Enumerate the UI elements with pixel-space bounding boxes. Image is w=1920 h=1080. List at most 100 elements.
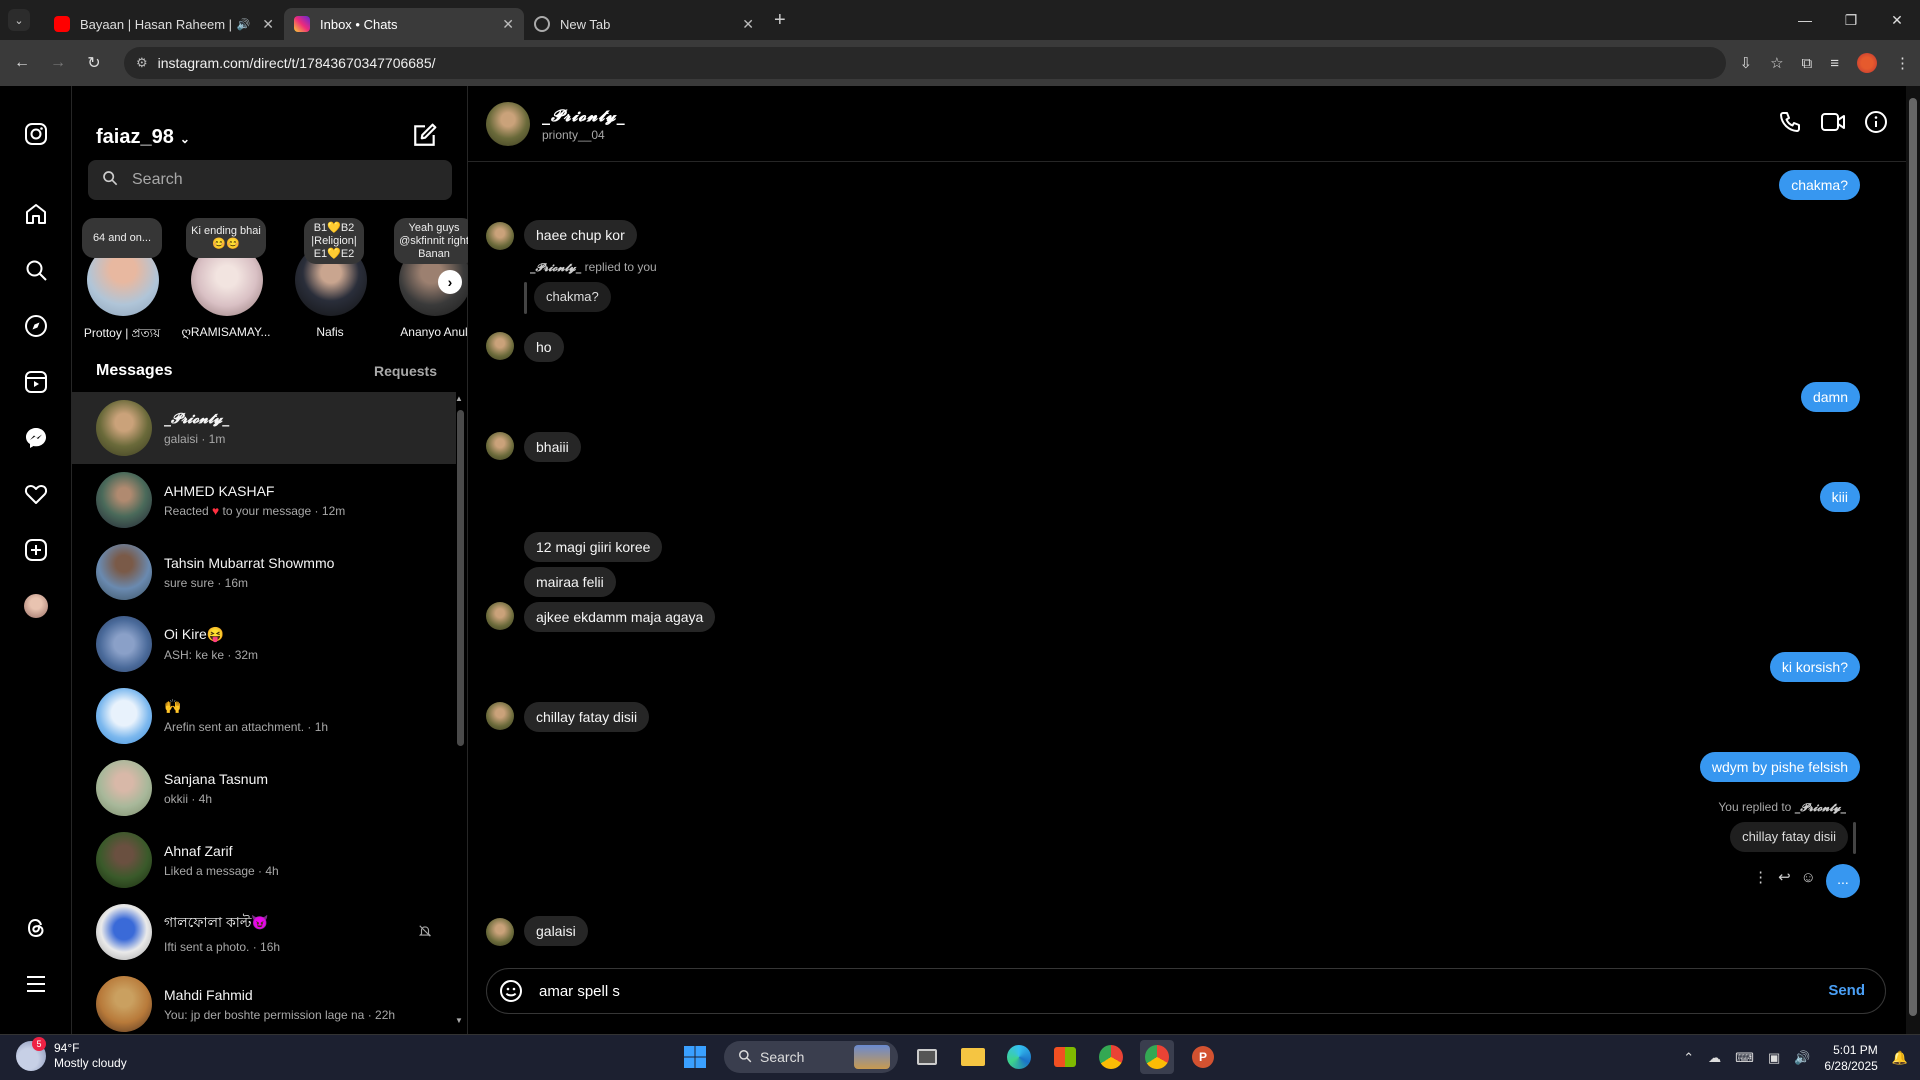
notifications-heart-icon[interactable] [22, 480, 50, 508]
install-app-icon[interactable]: ⇩ [1739, 54, 1752, 72]
phone-call-icon[interactable] [1778, 110, 1802, 139]
edge-icon[interactable] [1002, 1040, 1036, 1074]
taskbar-search[interactable]: Search [724, 1041, 898, 1073]
message-outgoing[interactable]: damn [1800, 382, 1860, 412]
message-incoming[interactable]: bhaiii [524, 432, 581, 462]
message-incoming[interactable]: galaisi [524, 916, 588, 946]
threads-icon[interactable] [22, 914, 50, 942]
media-icon[interactable]: ≡ [1830, 55, 1839, 72]
notification-bell-icon[interactable]: 🔔 [1892, 1050, 1908, 1066]
clock[interactable]: 5:01 PM 6/28/2025 [1824, 1042, 1877, 1074]
file-explorer-icon[interactable] [956, 1040, 990, 1074]
message-incoming[interactable]: ajkee ekdamm maja agaya [524, 602, 716, 632]
new-tab-button[interactable]: + [774, 9, 786, 32]
tab-new[interactable]: New Tab ✕ [524, 8, 764, 40]
tab-youtube[interactable]: Bayaan | Hasan Raheem | R 🔊 ✕ [44, 8, 284, 40]
send-button[interactable]: Send [1828, 982, 1865, 999]
create-icon[interactable] [22, 536, 50, 564]
weather-widget[interactable]: 5 94°F Mostly cloudy [16, 1037, 127, 1071]
messenger-icon[interactable] [22, 424, 50, 452]
scroll-down-icon[interactable]: ▼ [455, 1016, 463, 1025]
close-tab-icon[interactable]: ✕ [502, 16, 514, 33]
conversation-list-scrollbar[interactable]: ▲ ▼ [455, 392, 465, 1028]
instagram-logo-icon[interactable] [22, 120, 50, 148]
show-hidden-icons-chevron-icon[interactable]: ⌃ [1683, 1050, 1694, 1066]
message-outgoing[interactable]: ki korsish? [1769, 652, 1860, 682]
url-text: instagram.com/direct/t/17843670347706685… [157, 55, 436, 71]
close-window-icon[interactable]: ✕ [1874, 0, 1920, 40]
message-incoming[interactable]: ho [524, 332, 564, 362]
close-tab-icon[interactable]: ✕ [742, 16, 754, 33]
conversation-item[interactable]: Sanjana Tasnum okkii · 4h [72, 752, 456, 824]
video-call-icon[interactable] [1820, 110, 1846, 139]
conversation-item[interactable]: Tahsin Mubarrat Showmmo sure sure · 16m [72, 536, 456, 608]
more-menu-icon[interactable] [22, 970, 50, 998]
conversation-item[interactable]: Oi Kire😝 ASH: ke ke · 32m [72, 608, 456, 680]
profile-avatar[interactable] [22, 592, 50, 620]
site-info-icon[interactable]: ⚙ [136, 55, 148, 71]
requests-link[interactable]: Requests [374, 363, 437, 379]
address-bar[interactable]: ⚙ instagram.com/direct/t/178436703477066… [124, 47, 1726, 79]
tab-instagram[interactable]: Inbox • Chats ✕ [284, 8, 524, 40]
message-incoming[interactable]: mairaa felii [524, 567, 616, 597]
speaker-icon[interactable]: 🔊 [237, 18, 251, 31]
microsoft-store-icon[interactable] [1048, 1040, 1082, 1074]
volume-icon[interactable]: 🔊 [1794, 1050, 1810, 1066]
reload-icon[interactable]: ↻ [80, 49, 108, 77]
message-incoming[interactable]: chillay fatay disii [524, 702, 650, 732]
chrome-active-icon[interactable] [1140, 1040, 1174, 1074]
conversation-item[interactable]: _𝓟𝓻𝓲𝓸𝓷𝓽𝔂_ galaisi · 1m [72, 392, 456, 464]
home-icon[interactable] [22, 200, 50, 228]
message-outgoing[interactable]: chakma? [1779, 170, 1860, 200]
react-emoji-icon[interactable]: ☺ [1801, 869, 1816, 886]
network-icon[interactable]: ▣ [1768, 1050, 1780, 1066]
message-incoming[interactable]: haee chup kor [524, 220, 637, 250]
message-outgoing[interactable]: ... [1826, 864, 1860, 898]
message-incoming[interactable]: 12 magi giiri koree [524, 532, 663, 562]
tab-search-dropdown[interactable]: ⌄ [8, 9, 30, 31]
close-tab-icon[interactable]: ✕ [262, 16, 274, 33]
keyboard-icon[interactable]: ⌨ [1735, 1050, 1754, 1066]
scroll-up-icon[interactable]: ▲ [455, 394, 463, 403]
new-message-icon[interactable] [412, 122, 438, 148]
page-scrollbar[interactable] [1906, 86, 1920, 1034]
scrollbar-thumb[interactable] [457, 410, 464, 746]
task-view-icon[interactable] [910, 1040, 944, 1074]
heart-icon: ♥ [212, 503, 220, 518]
chrome-icon[interactable] [1094, 1040, 1128, 1074]
search-input[interactable]: Search [88, 160, 452, 200]
powerpoint-icon[interactable]: P [1186, 1040, 1220, 1074]
explore-compass-icon[interactable] [22, 312, 50, 340]
onedrive-icon[interactable]: ☁ [1708, 1050, 1721, 1066]
emoji-picker-icon[interactable] [499, 979, 523, 1003]
account-switcher[interactable]: faiaz_98 ⌄ [96, 126, 190, 149]
search-icon[interactable] [22, 256, 50, 284]
forward-icon[interactable]: → [44, 49, 72, 77]
menu-kebab-icon[interactable]: ⋮ [1895, 54, 1910, 72]
conversation-item[interactable]: Ahnaf Zarif Liked a message · 4h [72, 824, 456, 896]
more-options-icon[interactable]: ⋮ [1753, 868, 1768, 886]
message-input[interactable] [539, 982, 1739, 1000]
profile-avatar[interactable] [1857, 53, 1877, 73]
conversation-info-icon[interactable] [1864, 110, 1888, 139]
stories-next-chevron-icon[interactable]: › [438, 270, 462, 294]
back-icon[interactable]: ← [8, 49, 36, 77]
extensions-icon[interactable]: ⧉ [1802, 55, 1813, 72]
conversation-item[interactable]: গালফোলা কাল্ট😈 Ifti sent a photo. · 16h [72, 896, 456, 968]
message-outgoing[interactable]: kiii [1819, 482, 1860, 512]
message-outgoing[interactable]: wdym by pishe felsish [1699, 752, 1860, 782]
reply-quote[interactable]: chakma? [534, 282, 611, 312]
conversation-item[interactable]: AHMED KASHAF Reacted ♥ to your message · … [72, 464, 456, 536]
reply-icon[interactable]: ↩ [1778, 868, 1791, 886]
conversation-item[interactable]: 🙌 Arefin sent an attachment. · 1h [72, 680, 456, 752]
scrollbar-thumb[interactable] [1909, 98, 1917, 1016]
bookmark-star-icon[interactable]: ☆ [1770, 54, 1783, 72]
conversation-item[interactable]: Mahdi Fahmid You: jp der boshte permissio… [72, 968, 456, 1034]
chat-avatar[interactable] [486, 102, 530, 146]
reels-icon[interactable] [22, 368, 50, 396]
minimize-icon[interactable]: — [1782, 0, 1828, 40]
reply-quote[interactable]: chillay fatay disii [1730, 822, 1848, 852]
chat-contact-name[interactable]: _𝓟𝓻𝓲𝓸𝓷𝓽𝔂_ [542, 106, 626, 126]
windows-start-icon[interactable] [678, 1040, 712, 1074]
restore-icon[interactable]: ❐ [1828, 0, 1874, 40]
